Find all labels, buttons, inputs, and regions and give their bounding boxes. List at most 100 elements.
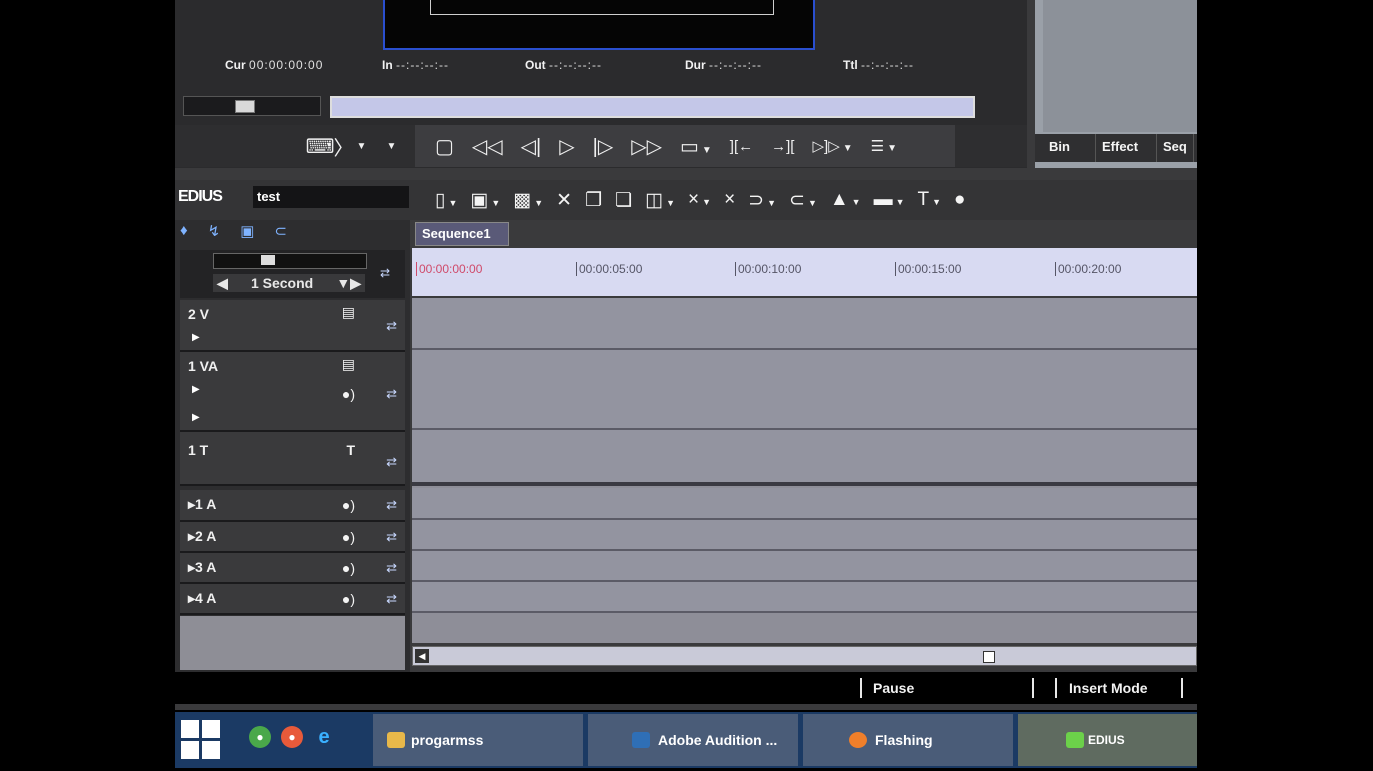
- taskbar-item-flashing[interactable]: Flashing: [803, 714, 1013, 766]
- title-track-icon[interactable]: T: [346, 442, 355, 458]
- ripple-mode-icon[interactable]: ⊃ ▼: [748, 189, 776, 212]
- rewind-icon[interactable]: ◁◁: [472, 134, 503, 159]
- track-lane-2a[interactable]: [412, 520, 1197, 551]
- player-panel: Cur 00:00:00:00 In --:--:--:-- Out --:--…: [175, 0, 1027, 168]
- expand-arrow-icon[interactable]: ▶: [192, 332, 200, 343]
- shuttle-knob[interactable]: [235, 100, 255, 113]
- tab-effect[interactable]: Effect: [1096, 134, 1157, 162]
- windows-start-icon[interactable]: [181, 720, 221, 760]
- group-icon[interactable]: ⊂: [274, 222, 287, 246]
- taskbar-item-adobe-audition[interactable]: Adobe Audition ...: [588, 714, 798, 766]
- video-track-icon[interactable]: ▤: [342, 356, 355, 373]
- chevron-left-icon[interactable]: ◀: [217, 275, 228, 292]
- step-forward-icon[interactable]: |▷: [593, 134, 614, 159]
- speaker-icon[interactable]: ●): [342, 560, 355, 576]
- track-link-icon[interactable]: ↯: [208, 222, 221, 246]
- expand-arrow-icon[interactable]: ▶: [192, 384, 200, 395]
- scroll-left-icon[interactable]: ◀: [415, 649, 429, 663]
- track-header-1va[interactable]: 1 VA ▤ ●) ⇄ ▶ ▶: [180, 352, 405, 432]
- internet-explorer-icon[interactable]: e: [313, 726, 335, 748]
- mark-dropdown[interactable]: ▼: [375, 125, 405, 167]
- track-header-2a[interactable]: ▸2 A ●) ⇄: [180, 522, 405, 553]
- expand-arrow-icon[interactable]: ▶: [192, 412, 200, 423]
- speaker-icon[interactable]: ●): [342, 529, 355, 545]
- track-lane-3a[interactable]: [412, 551, 1197, 582]
- sync-icon[interactable]: ⇄: [386, 386, 397, 402]
- speaker-icon[interactable]: ●): [342, 591, 355, 607]
- tab-bin[interactable]: Bin: [1043, 134, 1096, 162]
- timeline-scrollbar[interactable]: ◀: [412, 646, 1197, 666]
- track-label: ▸3 A: [188, 559, 217, 575]
- zoom-knob[interactable]: [261, 255, 275, 265]
- new-sequence-icon[interactable]: ▯ ▼: [435, 189, 457, 212]
- video-track-icon[interactable]: ▤: [342, 304, 355, 321]
- play-icon[interactable]: ▷: [559, 134, 574, 159]
- clip-icon[interactable]: ◫ ▼: [645, 189, 675, 212]
- set-out-button[interactable]: 〉 ▼: [334, 125, 367, 167]
- copy-icon[interactable]: ❐: [585, 189, 602, 212]
- status-divider: [860, 678, 862, 698]
- track-header-1t[interactable]: 1 T T ⇄: [180, 432, 405, 486]
- voice-over-icon[interactable]: ●: [954, 189, 965, 211]
- sync-icon[interactable]: ⇄: [386, 318, 397, 334]
- tab-sequence1[interactable]: Sequence1: [415, 222, 509, 246]
- insert-timeline-icon[interactable]: ][←: [730, 138, 753, 155]
- status-divider: [1055, 678, 1057, 698]
- stop-icon[interactable]: ▢: [435, 134, 454, 159]
- loop-icon[interactable]: ▭ ▼: [680, 134, 712, 159]
- taskbar: ● ● e progarmss Adobe Audition ... Flash…: [175, 712, 1197, 768]
- add-marker-icon[interactable]: ▲ ▼: [830, 189, 861, 211]
- track-lane-4a[interactable]: [412, 582, 1197, 613]
- fast-forward-icon[interactable]: ▷▷: [631, 134, 662, 159]
- render-icon[interactable]: ▬ ▼: [874, 189, 905, 211]
- timeline-ruler[interactable]: 00:00:00:00 00:00:05:00 00:00:10:00 00:0…: [412, 248, 1197, 296]
- tab-sequence[interactable]: Seq: [1157, 134, 1194, 162]
- ruler-tick: 00:00:20:00: [1055, 262, 1121, 276]
- track-lane-1va[interactable]: [412, 350, 1197, 430]
- paste-icon[interactable]: ❏: [615, 189, 632, 212]
- quick-launch-icon[interactable]: ●: [249, 726, 271, 748]
- overwrite-timeline-icon[interactable]: →][: [771, 138, 794, 155]
- sync-icon[interactable]: ⇄: [386, 591, 397, 607]
- zoom-scale-select[interactable]: ◀ 1 Second ▼▶: [213, 274, 365, 292]
- sync-icon[interactable]: ⇄: [386, 454, 397, 470]
- taskbar-item-progarmss[interactable]: progarmss: [373, 714, 583, 766]
- track-header-1a[interactable]: ▸1 A ●) ⇄: [180, 490, 405, 522]
- add-track-icon[interactable]: ♦: [180, 222, 188, 246]
- sync-mode-icon[interactable]: ⊂ ▼: [789, 189, 817, 212]
- edit-mode-status: Insert Mode: [1069, 680, 1148, 696]
- mixer-icon[interactable]: ▣: [240, 222, 254, 246]
- track-lane-1t[interactable]: [412, 430, 1197, 486]
- track-lane-1a[interactable]: [412, 488, 1197, 520]
- timecode-dur: Dur --:--:--:--: [685, 58, 762, 72]
- timecode-ttl: Ttl --:--:--:--: [843, 58, 914, 72]
- sync-lock-icon[interactable]: ⇄: [380, 266, 390, 280]
- chevron-down-icon[interactable]: ▼▶: [336, 275, 361, 292]
- speaker-icon[interactable]: ●): [342, 386, 355, 402]
- sync-icon[interactable]: ⇄: [386, 497, 397, 513]
- timeline-tools: ▯ ▼ ▣ ▼ ▩ ▼ ✕ ❐ ❏ ◫ ▼ × ▼ × ⊃ ▼ ⊂ ▼ ▲ ▼ ▬ ▼ T ▼ ●: [435, 180, 1197, 220]
- taskbar-item-edius[interactable]: EDIUS: [1018, 714, 1197, 766]
- speaker-icon[interactable]: ●): [342, 497, 355, 513]
- sync-icon[interactable]: ⇄: [386, 529, 397, 545]
- sync-icon[interactable]: ⇄: [386, 560, 397, 576]
- track-header-2v[interactable]: 2 V ▤ ⇄ ▶: [180, 300, 405, 352]
- scroll-thumb[interactable]: [983, 651, 995, 663]
- zoom-slider[interactable]: [213, 253, 367, 269]
- cut-icon[interactable]: ✕: [556, 189, 572, 212]
- title-icon[interactable]: T ▼: [918, 189, 942, 211]
- track-lane-2v[interactable]: [412, 298, 1197, 350]
- ripple-delete-icon[interactable]: ×: [724, 189, 735, 211]
- open-project-icon[interactable]: ▣ ▼: [470, 189, 500, 212]
- set-in-button[interactable]: ⌨: [305, 125, 335, 167]
- track-header-4a[interactable]: ▸4 A ●) ⇄: [180, 584, 405, 615]
- timecode-row: Cur 00:00:00:00 In --:--:--:-- Out --:--…: [175, 55, 1027, 75]
- chrome-icon[interactable]: ●: [281, 726, 303, 748]
- scrub-bar[interactable]: [330, 96, 975, 118]
- step-back-icon[interactable]: ◁|: [521, 134, 542, 159]
- marker-icon[interactable]: ☰ ▼: [871, 137, 897, 155]
- split-icon[interactable]: ▷]▷ ▼: [812, 137, 852, 155]
- delete-icon[interactable]: × ▼: [688, 189, 711, 211]
- track-header-3a[interactable]: ▸3 A ●) ⇄: [180, 553, 405, 584]
- save-icon[interactable]: ▩ ▼: [513, 189, 543, 212]
